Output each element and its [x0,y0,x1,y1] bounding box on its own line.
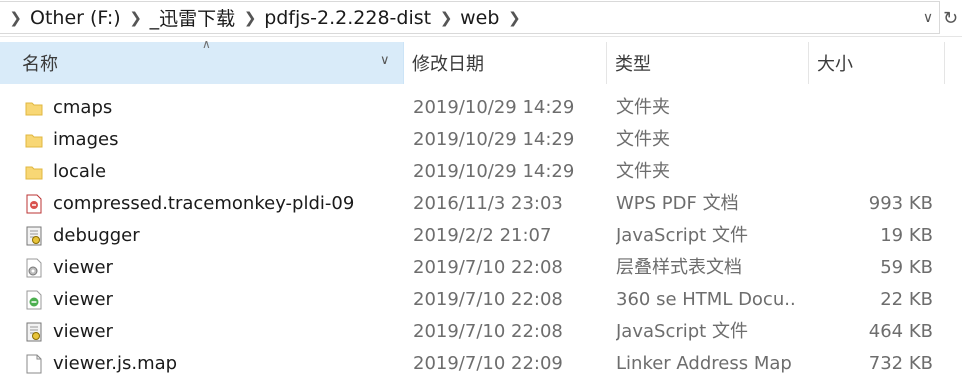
file-date: 2019/7/10 22:08 [413,289,563,310]
chevron-right-icon[interactable]: ❯ [436,1,456,34]
file-type: WPS PDF 文档 [616,193,739,214]
file-row[interactable]: viewer.js.map 2019/7/10 22:09 Linker Add… [0,348,962,380]
file-size: 19 KB [880,225,933,246]
file-row[interactable]: viewer 2019/7/10 22:08 360 se HTML Docu.… [0,284,962,316]
column-header-date[interactable]: 修改日期 [404,42,607,84]
file-row[interactable]: images 2019/10/29 14:29 文件夹 [0,124,962,156]
file-row[interactable]: compressed.tracemonkey-pldi-09 2016/11/3… [0,188,962,220]
column-header-name[interactable]: ∧ 名称 ∨ [0,37,404,84]
breadcrumb-drive[interactable]: Other (F:) [26,7,126,29]
breadcrumb-pdfjs[interactable]: pdfjs-2.2.228-dist [260,7,436,29]
file-size [809,156,933,188]
file-type: 文件夹 [616,97,670,118]
chevron-right-icon[interactable]: ❯ [126,1,146,34]
file-type: JavaScript 文件 [616,225,748,246]
file-name: images [53,129,119,150]
file-row[interactable]: viewer 2019/7/10 22:08 层叠样式表文档 59 KB [0,252,962,284]
folder-icon [24,124,44,156]
file-size: 993 KB [868,193,933,214]
column-header-size[interactable]: 大小 [809,42,945,84]
file-name: locale [53,161,107,182]
file-row[interactable]: viewer 2019/7/10 22:08 JavaScript 文件 464… [0,316,962,348]
file-size [809,92,933,124]
file-date: 2019/7/10 22:09 [413,353,563,374]
folder-icon [24,156,44,188]
column-header-type-label: 类型 [615,54,651,75]
file-date: 2019/10/29 14:29 [413,161,575,182]
file-type: 层叠样式表文档 [616,257,742,278]
file-size: 732 KB [868,353,933,374]
file-type: 360 se HTML Docu... [616,289,796,310]
file-date: 2016/11/3 23:03 [413,193,563,214]
file-name: viewer [53,257,113,278]
folder-icon [24,92,44,124]
file-size: 464 KB [868,321,933,342]
chevron-right-icon[interactable]: ❯ [240,1,260,34]
column-header-size-label: 大小 [817,54,853,75]
file-name: compressed.tracemonkey-pldi-09 [53,193,355,214]
column-header-type[interactable]: 类型 [607,42,809,84]
file-type: 文件夹 [616,161,670,182]
column-header-date-label: 修改日期 [412,54,484,75]
file-type: JavaScript 文件 [616,321,748,342]
file-name: viewer [53,321,113,342]
file-row[interactable]: locale 2019/10/29 14:29 文件夹 [0,156,962,188]
column-headers: ∧ 名称 ∨ 修改日期 类型 大小 [0,37,962,84]
file-size [809,124,933,156]
chevron-down-icon[interactable]: ∨ [918,2,938,33]
address-bar: ❯ Other (F:) ❯ _迅雷下载 ❯ pdfjs-2.2.228-dis… [0,0,962,37]
file-row[interactable]: cmaps 2019/10/29 14:29 文件夹 [0,92,962,124]
breadcrumb-web[interactable]: web [456,7,504,29]
file-size: 22 KB [880,289,933,310]
file-date: 2019/2/2 21:07 [413,225,552,246]
blank-file-icon [24,348,44,380]
file-type: 文件夹 [616,129,670,150]
file-type: Linker Address Map [616,353,792,374]
breadcrumb-downloads[interactable]: _迅雷下载 [146,4,241,31]
file-name: cmaps [53,97,113,118]
file-date: 2019/10/29 14:29 [413,97,575,118]
chevron-right-icon[interactable]: ❯ [0,1,26,34]
sort-ascending-icon: ∧ [202,37,211,51]
file-date: 2019/10/29 14:29 [413,129,575,150]
chevron-down-icon[interactable]: ∨ [380,53,390,68]
script-file-icon [24,316,44,348]
address-field[interactable]: ❯ Other (F:) ❯ _迅雷下载 ❯ pdfjs-2.2.228-dis… [0,1,940,34]
css-file-icon [24,252,44,284]
chevron-right-icon[interactable]: ❯ [504,1,524,34]
file-row[interactable]: debugger 2019/2/2 21:07 JavaScript 文件 19… [0,220,962,252]
refresh-icon[interactable]: ↻ [943,4,962,32]
script-file-icon [24,220,44,252]
file-name: viewer.js.map [53,353,178,374]
file-list: cmaps 2019/10/29 14:29 文件夹 images 2019/1… [0,92,962,380]
pdf-file-icon [24,188,44,220]
column-header-name-label: 名称 [22,54,58,75]
html-file-icon [24,284,44,316]
file-name: viewer [53,289,113,310]
file-date: 2019/7/10 22:08 [413,321,563,342]
file-date: 2019/7/10 22:08 [413,257,563,278]
file-name: debugger [53,225,140,246]
file-size: 59 KB [880,257,933,278]
